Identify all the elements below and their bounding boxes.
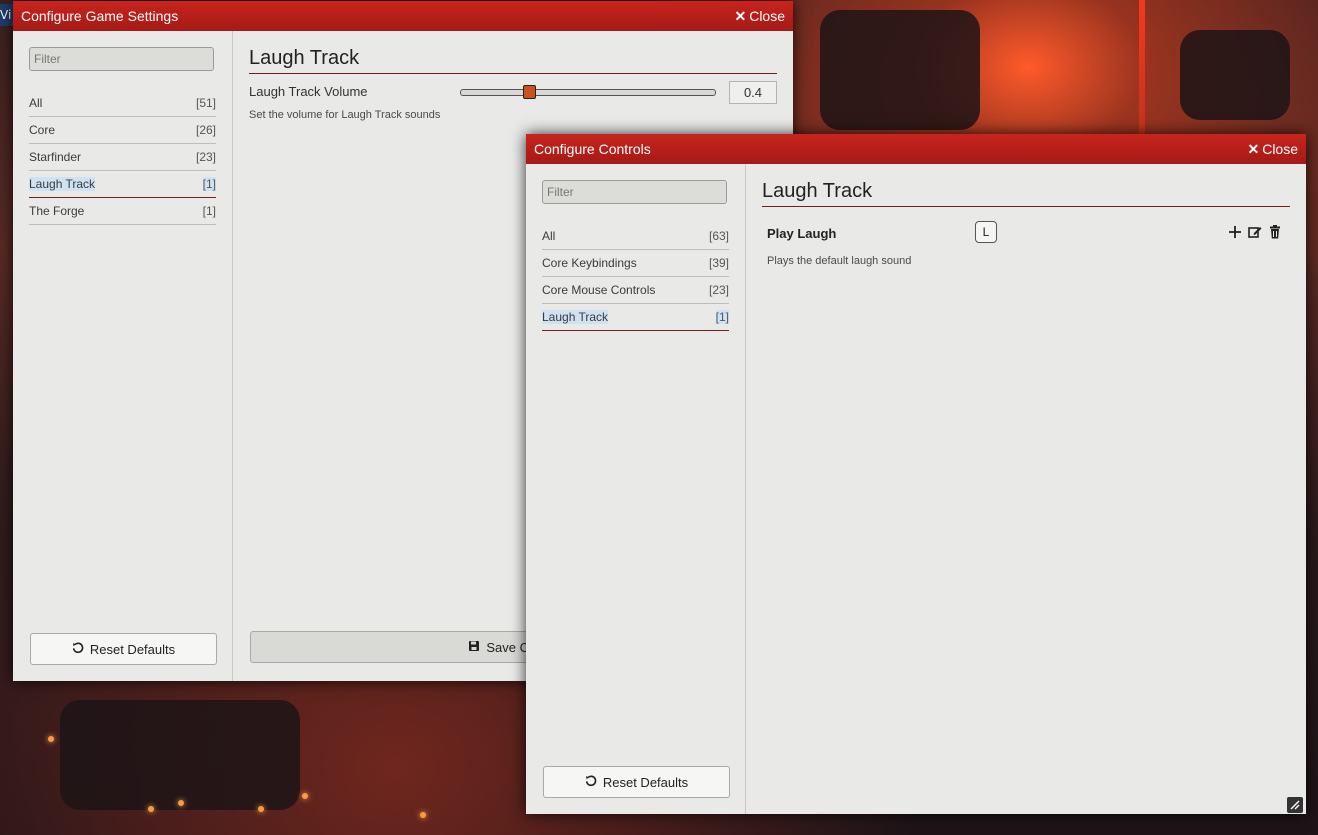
category-item-core-mouse-controls[interactable]: Core Mouse Controls [23]	[542, 277, 729, 304]
close-button[interactable]: ✕ Close	[734, 8, 785, 25]
category-label: Laugh Track	[29, 177, 96, 191]
category-item-all[interactable]: All [51]	[29, 90, 216, 117]
category-item-the-forge[interactable]: The Forge [1]	[29, 198, 216, 225]
binding-hint: Plays the default laugh sound	[767, 255, 912, 267]
background-beam	[1139, 0, 1145, 140]
volume-slider-thumb[interactable]	[523, 85, 537, 99]
category-label: All	[542, 229, 556, 243]
undo-icon	[585, 775, 597, 790]
category-item-laugh-track[interactable]: Laugh Track [1]	[29, 171, 216, 198]
category-label: Starfinder	[29, 150, 82, 164]
background-ember	[48, 736, 54, 742]
settings-window-header[interactable]: Configure Game Settings ✕ Close	[13, 1, 793, 31]
add-binding-icon[interactable]	[1227, 224, 1243, 240]
close-label: Close	[749, 8, 785, 24]
category-count: [23]	[708, 283, 729, 297]
category-count: [51]	[195, 96, 216, 110]
background-ember	[302, 793, 308, 799]
reset-label: Reset Defaults	[89, 641, 176, 657]
category-item-starfinder[interactable]: Starfinder [23]	[29, 144, 216, 171]
close-icon: ✕	[1247, 140, 1260, 157]
edit-binding-icon[interactable]	[1247, 224, 1263, 240]
close-label: Close	[1262, 141, 1298, 157]
filter-input[interactable]	[29, 47, 214, 71]
category-count: [1]	[715, 310, 729, 324]
key-binding-cap[interactable]: L	[975, 221, 997, 243]
volume-slider-track[interactable]	[460, 89, 716, 96]
delete-binding-icon[interactable]	[1267, 224, 1283, 240]
background-rock	[820, 10, 980, 130]
background-ember	[178, 800, 184, 806]
category-label: The Forge	[29, 204, 85, 218]
settings-sidebar: All [51] Core [26] Starfinder [23] Laugh…	[13, 31, 233, 681]
category-item-core[interactable]: Core [26]	[29, 117, 216, 144]
setting-name: Laugh Track Volume	[249, 84, 368, 99]
controls-sidebar: All [63] Core Keybindings [39] Core Mous…	[526, 164, 746, 814]
reset-defaults-button[interactable]: Reset Defaults	[543, 766, 730, 798]
reset-defaults-button[interactable]: Reset Defaults	[30, 633, 217, 665]
background-rock	[1180, 30, 1290, 120]
window-title: Configure Game Settings	[21, 8, 179, 24]
close-icon: ✕	[734, 7, 747, 24]
close-button[interactable]: ✕ Close	[1247, 141, 1298, 158]
category-label: Core Mouse Controls	[542, 283, 656, 297]
category-label: All	[29, 96, 43, 110]
resize-handle-icon[interactable]	[1287, 797, 1303, 813]
volume-value[interactable]: 0.4	[729, 81, 777, 104]
section-title: Laugh Track	[762, 180, 1290, 207]
window-title: Configure Controls	[534, 141, 651, 157]
category-item-core-keybindings[interactable]: Core Keybindings [39]	[542, 250, 729, 277]
section-title: Laugh Track	[249, 47, 777, 74]
category-label: Laugh Track	[542, 310, 609, 324]
category-label: Core	[29, 123, 56, 137]
category-label: Core Keybindings	[542, 256, 637, 270]
category-count: [26]	[195, 123, 216, 137]
controls-window-header[interactable]: Configure Controls ✕ Close	[526, 134, 1306, 164]
controls-window: Configure Controls ✕ Close All [63] Core…	[526, 134, 1306, 814]
category-count: [39]	[708, 256, 729, 270]
filter-input[interactable]	[542, 180, 727, 204]
category-count: [63]	[708, 229, 729, 243]
category-item-laugh-track[interactable]: Laugh Track [1]	[542, 304, 729, 331]
background-ember	[420, 812, 426, 818]
setting-hint: Set the volume for Laugh Track sounds	[249, 109, 441, 121]
undo-icon	[72, 642, 84, 657]
background-ember	[258, 806, 264, 812]
category-count: [23]	[195, 150, 216, 164]
background-ember	[148, 806, 154, 812]
category-count: [1]	[202, 177, 216, 191]
save-icon	[468, 640, 480, 655]
binding-name: Play Laugh	[767, 226, 837, 241]
reset-label: Reset Defaults	[602, 774, 689, 790]
background-rock	[60, 700, 300, 810]
category-count: [1]	[202, 204, 216, 218]
category-item-all[interactable]: All [63]	[542, 223, 729, 250]
sidebar-tab-fragment[interactable]: Vi	[0, 4, 14, 26]
